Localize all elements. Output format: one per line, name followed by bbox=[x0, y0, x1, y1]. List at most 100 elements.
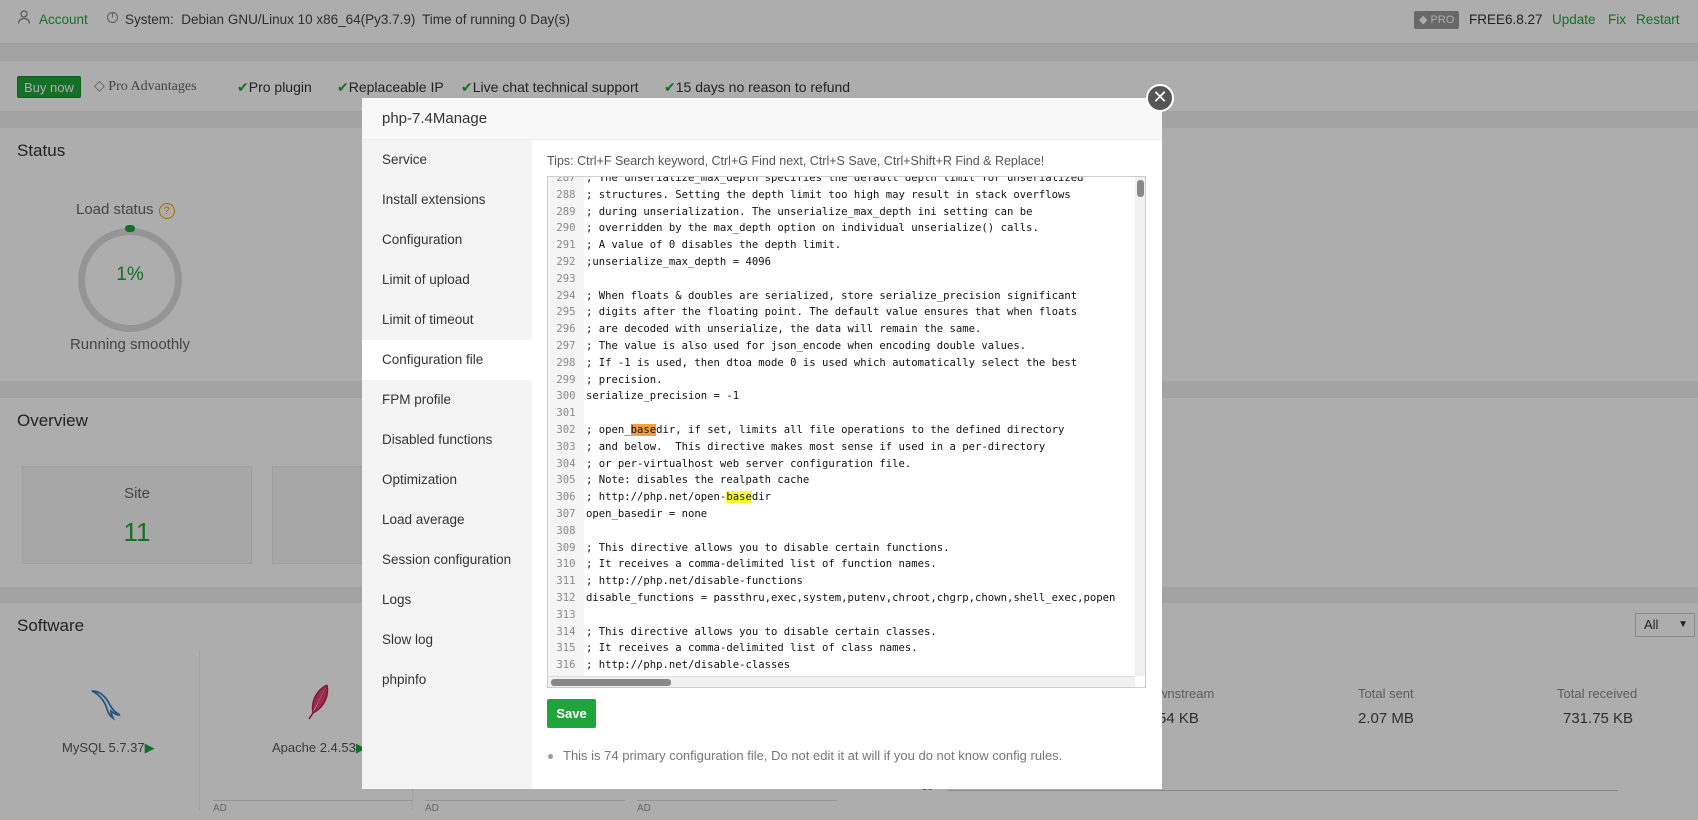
code-line[interactable]: 304 ; or per-virtualhost web server confi… bbox=[548, 456, 1138, 473]
line-number: 290 bbox=[556, 222, 576, 235]
modal-sidebar: Service Install extensions Configuration… bbox=[362, 140, 532, 789]
line-number: 289 bbox=[556, 205, 576, 218]
line-number: 303 bbox=[556, 440, 576, 453]
code-line[interactable]: 309 ; This directive allows you to disabl… bbox=[548, 540, 1138, 557]
code-line[interactable]: 314 ; This directive allows you to disabl… bbox=[548, 624, 1138, 641]
line-number: 313 bbox=[556, 608, 576, 621]
sidebar-item-service[interactable]: Service bbox=[362, 140, 532, 180]
line-number: 295 bbox=[556, 306, 576, 319]
code-line[interactable]: 307 open_basedir = none bbox=[548, 506, 1138, 523]
sidebar-item-phpinfo[interactable]: phpinfo bbox=[362, 660, 532, 700]
line-number: 305 bbox=[556, 474, 576, 487]
vertical-scrollbar[interactable] bbox=[1135, 177, 1145, 676]
config-editor[interactable]: 287 ; The unserialize_max_depth specifies… bbox=[547, 176, 1146, 688]
bullet-icon bbox=[548, 754, 553, 760]
line-number: 287 bbox=[556, 176, 576, 184]
code-line[interactable]: 298 ; If -1 is used, then dtoa mode 0 is … bbox=[548, 355, 1138, 372]
line-number: 294 bbox=[556, 289, 576, 302]
code-line[interactable]: 315 ; It receives a comma-delimited list … bbox=[548, 640, 1138, 657]
line-text: serialize_precision = -1 bbox=[586, 390, 740, 403]
line-text: ; The unserialize_max_depth specifies th… bbox=[586, 176, 1084, 184]
sidebar-item-slow-log[interactable]: Slow log bbox=[362, 620, 532, 660]
line-number: 296 bbox=[556, 323, 576, 336]
config-note-text: This is 74 primary configuration file, D… bbox=[563, 748, 1063, 763]
code-line[interactable]: 291 ; A value of 0 disables the depth lim… bbox=[548, 237, 1138, 254]
line-number: 292 bbox=[556, 255, 576, 268]
code-line[interactable]: 289 ; during unserialization. The unseria… bbox=[548, 204, 1138, 221]
code-line[interactable]: 308 bbox=[548, 523, 1138, 540]
modal-header: php-7.4Manage bbox=[362, 98, 1162, 140]
sidebar-item-logs[interactable]: Logs bbox=[362, 580, 532, 620]
code-line[interactable]: 297 ; The value is also used for json_enc… bbox=[548, 338, 1138, 355]
line-number: 288 bbox=[556, 188, 576, 201]
line-number: 304 bbox=[556, 457, 576, 470]
code-line[interactable]: 290 ; overridden by the max_depth option … bbox=[548, 220, 1138, 237]
sidebar-item-disabled-functions[interactable]: Disabled functions bbox=[362, 420, 532, 460]
editor-tips: Tips: Ctrl+F Search keyword, Ctrl+G Find… bbox=[547, 154, 1045, 168]
line-text: ; If -1 is used, then dtoa mode 0 is use… bbox=[586, 356, 1078, 369]
line-text: ; are decoded with unserialize, the data… bbox=[586, 323, 982, 336]
code-line[interactable]: 305 ; Note: disables the realpath cache bbox=[548, 472, 1138, 489]
line-text: ; and below. This directive makes most s… bbox=[586, 440, 1046, 453]
line-number: 301 bbox=[556, 407, 576, 420]
code-line[interactable]: 316 ; http://php.net/disable-classes bbox=[548, 657, 1138, 674]
sidebar-item-limit-of-upload[interactable]: Limit of upload bbox=[362, 260, 532, 300]
code-line[interactable]: 303 ; and below. This directive makes mos… bbox=[548, 439, 1138, 456]
line-number: 308 bbox=[556, 524, 576, 537]
code-line[interactable]: 293 bbox=[548, 271, 1138, 288]
line-number: 291 bbox=[556, 239, 576, 252]
line-text: ; This directive allows you to disable c… bbox=[586, 625, 937, 638]
sidebar-item-install-extensions[interactable]: Install extensions bbox=[362, 180, 532, 220]
horizontal-scroll-thumb[interactable] bbox=[551, 679, 671, 686]
line-number: 293 bbox=[556, 272, 576, 285]
sidebar-item-fpm-profile[interactable]: FPM profile bbox=[362, 380, 532, 420]
vertical-scroll-thumb[interactable] bbox=[1137, 180, 1144, 197]
save-button[interactable]: Save bbox=[547, 699, 596, 728]
code-line[interactable]: 287 ; The unserialize_max_depth specifies… bbox=[548, 176, 1138, 187]
code-line[interactable]: 288 ; structures. Setting the depth limit… bbox=[548, 187, 1138, 204]
line-number: 314 bbox=[556, 625, 576, 638]
line-text: ; It receives a comma-delimited list of … bbox=[586, 642, 918, 655]
sidebar-item-session-configuration[interactable]: Session configuration bbox=[362, 540, 532, 580]
line-number: 310 bbox=[556, 558, 576, 571]
config-note: This is 74 primary configuration file, D… bbox=[548, 748, 1062, 763]
line-text: disable_functions = passthru,exec,system… bbox=[586, 591, 1116, 604]
sidebar-item-optimization[interactable]: Optimization bbox=[362, 460, 532, 500]
code-line[interactable]: 292 ;unserialize_max_depth = 4096 bbox=[548, 254, 1138, 271]
code-line[interactable]: 295 ; digits after the floating point. Th… bbox=[548, 304, 1138, 321]
code-line[interactable]: 311 ; http://php.net/disable-functions bbox=[548, 573, 1138, 590]
line-text: ; http://php.net/open-basedir bbox=[586, 491, 771, 504]
line-text: open_basedir = none bbox=[586, 507, 708, 520]
line-number: 297 bbox=[556, 339, 576, 352]
line-text: ; Note: disables the realpath cache bbox=[586, 474, 810, 487]
line-number: 306 bbox=[556, 491, 576, 504]
line-text: ; http://php.net/disable-functions bbox=[586, 575, 803, 588]
line-text: ; This directive allows you to disable c… bbox=[586, 541, 950, 554]
code-content[interactable]: 287 ; The unserialize_max_depth specifies… bbox=[548, 176, 1138, 687]
code-line[interactable]: 310 ; It receives a comma-delimited list … bbox=[548, 556, 1138, 573]
line-text: ; precision. bbox=[586, 373, 663, 386]
line-text: ; or per-virtualhost web server configur… bbox=[586, 457, 912, 470]
modal-title: php-7.4Manage bbox=[382, 110, 488, 127]
code-line[interactable]: 306 ; http://php.net/open-basedir bbox=[548, 489, 1138, 506]
line-text: ; overridden by the max_depth option on … bbox=[586, 222, 1039, 235]
line-number: 300 bbox=[556, 390, 576, 403]
code-line[interactable]: 300 serialize_precision = -1 bbox=[548, 388, 1138, 405]
code-line[interactable]: 294 ; When floats & doubles are serialize… bbox=[548, 288, 1138, 305]
code-line[interactable]: 296 ; are decoded with unserialize, the d… bbox=[548, 321, 1138, 338]
line-text: ; http://php.net/disable-classes bbox=[586, 659, 791, 672]
code-line[interactable]: 301 bbox=[548, 405, 1138, 422]
code-line[interactable]: 313 bbox=[548, 607, 1138, 624]
line-text: ; It receives a comma-delimited list of … bbox=[586, 558, 937, 571]
line-number: 316 bbox=[556, 659, 576, 672]
sidebar-item-limit-of-timeout[interactable]: Limit of timeout bbox=[362, 300, 532, 340]
line-number: 309 bbox=[556, 541, 576, 554]
sidebar-item-configuration-file[interactable]: Configuration file bbox=[362, 340, 532, 380]
code-line[interactable]: 299 ; precision. bbox=[548, 372, 1138, 389]
sidebar-item-load-average[interactable]: Load average bbox=[362, 500, 532, 540]
line-text: ; When floats & doubles are serialized, … bbox=[586, 289, 1078, 302]
code-line[interactable]: 302 ; open_basedir, if set, limits all fi… bbox=[548, 422, 1138, 439]
sidebar-item-configuration[interactable]: Configuration bbox=[362, 220, 532, 260]
code-line[interactable]: 312 disable_functions = passthru,exec,sys… bbox=[548, 590, 1138, 607]
close-icon[interactable]: ✕ bbox=[1146, 84, 1174, 112]
